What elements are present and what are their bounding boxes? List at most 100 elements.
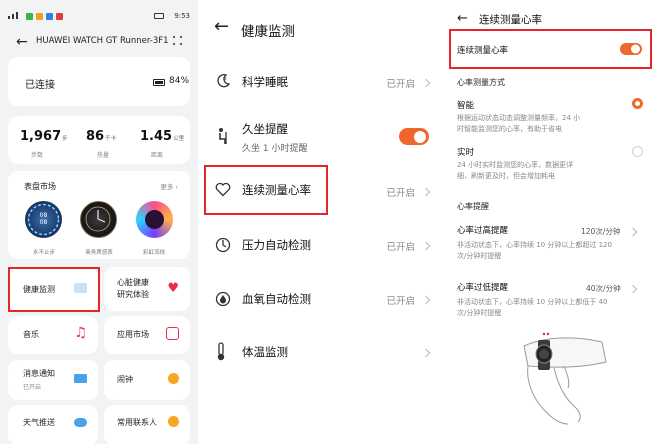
alarm-tile[interactable]: 闹钟 — [104, 360, 190, 400]
spo2-icon — [215, 291, 231, 311]
steps-stat: 1,967步 步数 — [20, 129, 68, 159]
alert-title: 心率过低提醒 — [457, 283, 509, 293]
option-desc: 根据运动状态动态调整测量频率，24 小 — [457, 114, 581, 122]
back-arrow-icon[interactable]: ← — [457, 11, 468, 26]
sleep-row[interactable]: z 科学睡眠 已开启 — [198, 62, 443, 106]
row-title: 久坐提醒 — [242, 122, 288, 136]
distance-stat: 1.45公里 距离 — [140, 129, 185, 159]
chevron-right-icon — [421, 241, 431, 251]
spo2-detection-row[interactable]: 血氧自动检测 已开启 — [198, 278, 443, 322]
message-notification-tile[interactable]: 消息通知 已开启 — [8, 360, 98, 400]
wrist-watch-illustration — [523, 332, 607, 425]
chevron-right-icon — [421, 187, 431, 197]
contacts-label: 常用联系人 — [117, 418, 157, 427]
option-desc: 24 小时实时监测您的心率，数据更详 — [457, 161, 574, 169]
weather-push-tile[interactable]: 天气推送 — [8, 405, 98, 444]
continuous-heart-rate-panel: ← 连续测量心率 连续测量心率 心率测量方式 智能 根据运动状态动态调整测量频率… — [446, 0, 655, 444]
moon-icon: z — [215, 73, 231, 93]
more-options-icon[interactable] — [173, 36, 182, 45]
chevron-right-icon — [421, 348, 431, 358]
mail-icon — [74, 374, 87, 383]
radio-selected[interactable] — [632, 98, 643, 109]
temperature-row[interactable]: 体温监测 — [198, 331, 443, 375]
row-subtitle: 久坐 1 小时提醒 — [242, 144, 308, 154]
heart-health-tile[interactable]: 心脏健康 研究体验 ♥ — [104, 267, 190, 311]
row-title: 体温监测 — [242, 345, 288, 359]
watchface-thumbnail[interactable]: 08 08 — [25, 201, 62, 238]
weather-push-label: 天气推送 — [23, 418, 55, 427]
option-title: 实时 — [457, 148, 475, 158]
row-title: 压力自动检测 — [242, 238, 311, 252]
music-tile[interactable]: 音乐 ♫ — [8, 316, 98, 354]
alert-value: 120次/分钟 — [581, 227, 621, 236]
status-time: 9:53 — [174, 12, 190, 20]
chevron-right-icon — [628, 227, 638, 237]
calories-stat: 86千卡 热量 — [86, 129, 117, 159]
watchface-thumbnail[interactable] — [80, 201, 117, 238]
chevron-right-icon — [421, 78, 431, 88]
alarm-clock-icon — [168, 373, 179, 384]
row-status: 已开启 — [386, 188, 415, 199]
highlight-box — [449, 29, 652, 69]
activity-stats-card[interactable]: 1,967步 步数 86千卡 热量 1.45公里 距离 — [8, 116, 190, 164]
battery-status-icon — [154, 13, 164, 19]
alert-title: 心率过高提醒 — [457, 226, 509, 236]
alert-desc: 次/分钟时提醒 — [457, 252, 502, 260]
option-desc: 时智能监测您的心率，有助于省电 — [457, 125, 562, 133]
sitting-person-icon — [215, 127, 231, 149]
alert-desc: 次/分钟时提醒 — [457, 309, 502, 317]
highlight-box — [8, 267, 100, 312]
section-header: 心率测量方式 — [457, 78, 505, 87]
app-market-tile[interactable]: 应用市场 — [104, 316, 190, 354]
alert-desc: 非活动状态下，心率持续 10 分钟以上都低于 40 — [457, 298, 608, 306]
status-bar: 9:53 — [8, 12, 190, 22]
battery-icon — [153, 79, 165, 86]
row-status: 已开启 — [386, 296, 415, 307]
option-desc: 细，刷新更及时，但会增加耗电 — [457, 172, 555, 180]
option-title: 智能 — [457, 101, 475, 111]
heart-icon: ♥ — [167, 281, 179, 296]
notification-icons — [26, 13, 63, 20]
watchface-thumbnail[interactable] — [136, 201, 173, 238]
stress-icon — [215, 237, 231, 257]
connection-card: 已连接 84% — [8, 57, 190, 106]
row-title: 血氧自动检测 — [242, 292, 311, 306]
watchface-market-title: 表盘市场 — [24, 182, 56, 191]
watchface-caption: 彩虹流线 — [142, 250, 165, 256]
device-title: HUAWEI WATCH GT Runner-3F1 — [36, 36, 169, 46]
signal-icon — [8, 12, 18, 19]
health-monitoring-panel: ← 健康监测 z 科学睡眠 已开启 久坐提醒 久坐 1 小时提醒 连续测量心率 … — [198, 0, 443, 444]
highlight-box — [204, 165, 328, 215]
alert-desc: 非活动状态下，心率持续 10 分钟以上都超过 120 — [457, 241, 612, 249]
contacts-tile[interactable]: 常用联系人 — [104, 405, 190, 444]
music-note-icon: ♫ — [74, 325, 87, 341]
message-notification-label: 消息通知 — [23, 369, 55, 378]
sedentary-toggle[interactable] — [399, 128, 429, 145]
page-title: 健康监测 — [241, 24, 295, 40]
stress-detection-row[interactable]: 压力自动检测 已开启 — [198, 224, 443, 268]
watchface-more-link[interactable]: 更多 › — [160, 181, 178, 191]
heart-health-label-2: 研究体验 — [117, 290, 149, 299]
watchface-caption: 永不止步 — [32, 250, 55, 256]
chevron-right-icon — [628, 284, 638, 294]
cloud-icon — [74, 418, 87, 427]
row-status: 已开启 — [386, 242, 415, 253]
music-label: 音乐 — [23, 330, 39, 339]
svg-text:08: 08 — [40, 219, 48, 226]
radio-unselected[interactable] — [632, 146, 643, 157]
battery-percent: 84% — [169, 76, 190, 86]
alert-value: 40次/分钟 — [586, 284, 621, 293]
app-market-icon — [166, 327, 179, 340]
heart-health-label: 心脏健康 — [117, 278, 149, 287]
section-header: 心率提醒 — [457, 202, 489, 211]
app-market-label: 应用市场 — [117, 330, 149, 339]
back-arrow-icon[interactable]: ← — [16, 34, 28, 50]
row-status: 已开启 — [386, 79, 415, 90]
thermometer-icon — [215, 342, 227, 366]
page-title: 连续测量心率 — [479, 14, 542, 26]
message-notification-status: 已开启 — [23, 384, 42, 391]
row-title: 科学睡眠 — [242, 75, 288, 89]
alarm-label: 闹钟 — [117, 375, 133, 384]
back-arrow-icon[interactable]: ← — [214, 17, 229, 37]
watch-device-panel: 9:53 ← HUAWEI WATCH GT Runner-3F1 已连接 84… — [0, 0, 198, 444]
